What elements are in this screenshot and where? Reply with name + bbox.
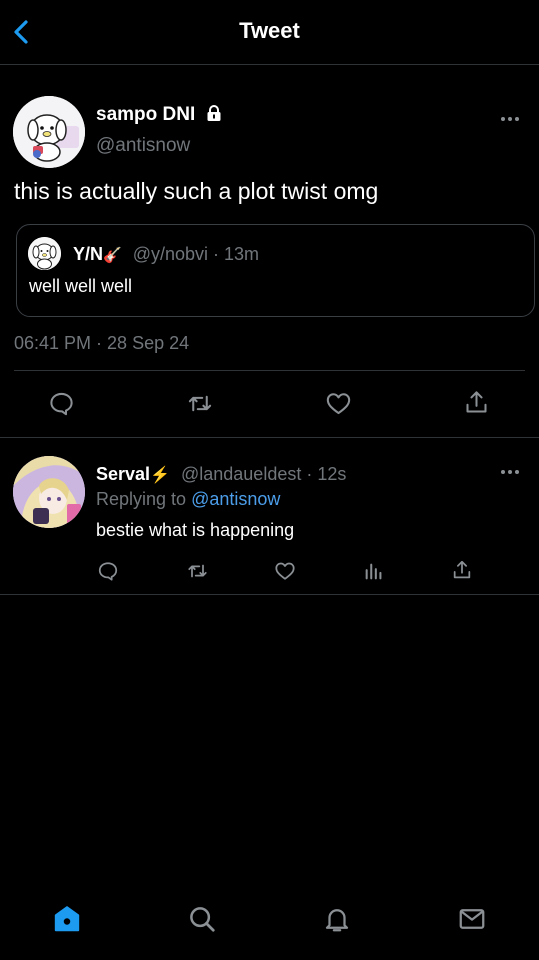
lock-icon xyxy=(205,104,223,122)
reply-icon[interactable] xyxy=(97,560,119,582)
tweet-timestamp: 06:41 PM · 28 Sep 24 xyxy=(14,333,190,353)
page-title: Tweet xyxy=(239,18,300,43)
avatar[interactable] xyxy=(13,96,85,168)
search-icon[interactable] xyxy=(187,904,217,934)
home-icon[interactable] xyxy=(52,904,82,934)
reply-author-name[interactable]: Serval xyxy=(96,464,150,484)
more-options-icon[interactable] xyxy=(500,467,520,477)
bottom-nav xyxy=(0,880,539,960)
tweet-text: this is actually such a plot twist omg xyxy=(14,178,379,204)
reply-header: Serval⚡ @landaueldest · 12s xyxy=(96,464,346,485)
replying-to-handle[interactable]: @antisnow xyxy=(191,489,280,509)
share-icon[interactable] xyxy=(463,389,490,416)
quoted-handle-time: @y/nobvi · 13m xyxy=(132,244,260,264)
quoted-tweet-card[interactable]: Y/N🎸 @y/nobvi · 13m well well well xyxy=(16,224,535,317)
author-name-row: sampo DNI xyxy=(96,104,223,126)
reply-text: bestie what is happening xyxy=(96,520,295,540)
author-name[interactable]: sampo DNI xyxy=(96,104,195,125)
more-options-icon[interactable] xyxy=(500,114,520,124)
quoted-author-name: Y/N xyxy=(73,244,104,264)
like-icon[interactable] xyxy=(325,390,352,417)
guitar-emoji: 🎸 xyxy=(103,247,122,264)
notifications-icon[interactable] xyxy=(322,904,352,934)
like-icon[interactable] xyxy=(274,560,296,582)
messages-icon[interactable] xyxy=(457,904,487,934)
reply-icon[interactable] xyxy=(48,390,75,417)
quoted-text: well well well xyxy=(29,276,133,296)
analytics-icon[interactable] xyxy=(363,560,385,582)
retweet-icon[interactable] xyxy=(186,390,214,417)
retweet-icon[interactable] xyxy=(186,560,209,582)
divider xyxy=(0,594,539,595)
quoted-avatar xyxy=(28,237,61,270)
divider xyxy=(14,370,525,371)
reply-handle-time[interactable]: @landaueldest · 12s xyxy=(181,464,346,484)
lightning-emoji: ⚡ xyxy=(150,467,170,484)
reply-avatar[interactable] xyxy=(13,456,85,528)
share-icon[interactable] xyxy=(451,559,473,581)
author-handle[interactable]: @antisnow xyxy=(96,135,190,157)
divider xyxy=(0,437,539,438)
replying-to-line: Replying to @antisnow xyxy=(96,489,280,510)
top-bar: Tweet xyxy=(0,0,539,65)
replying-to-label: Replying to xyxy=(96,489,187,509)
quoted-header: Y/N🎸 @y/nobvi · 13m xyxy=(73,244,259,265)
